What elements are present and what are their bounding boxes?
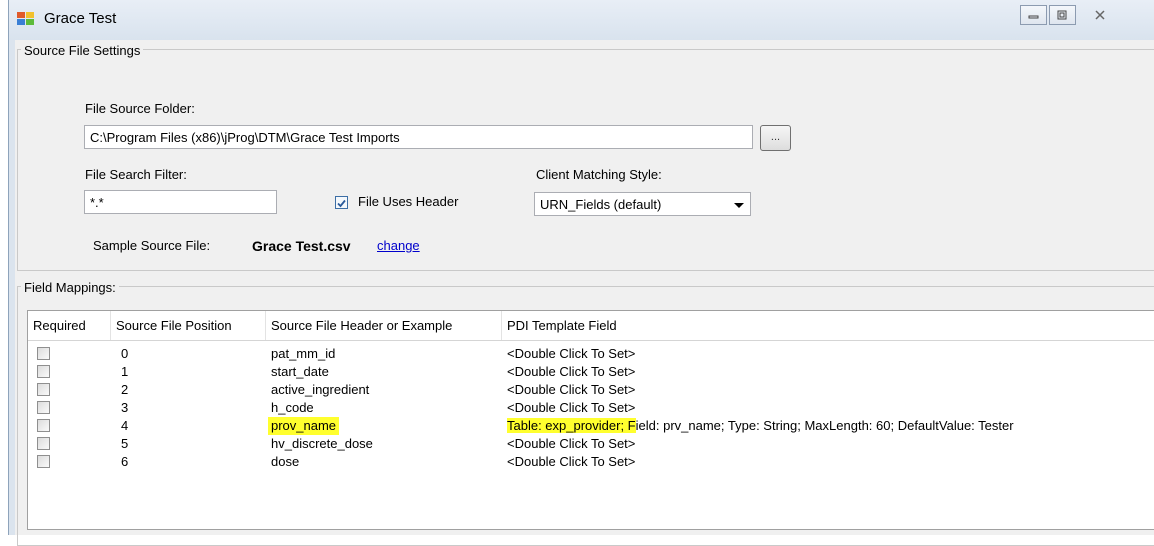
close-icon bbox=[1095, 10, 1105, 20]
matching-label: Client Matching Style: bbox=[536, 167, 662, 182]
grid-header: Required Source File Position Source Fil… bbox=[28, 311, 1154, 341]
column-header-position[interactable]: Source File Position bbox=[111, 311, 266, 340]
header-cell: hv_discrete_dose bbox=[271, 436, 373, 451]
template-field-highlight: Table: exp_provider; F bbox=[507, 418, 636, 433]
table-row[interactable]: 4 prov_name Table: exp_provider; Field: … bbox=[28, 417, 1154, 435]
sample-label: Sample Source File: bbox=[93, 238, 211, 253]
table-row[interactable]: 5 hv_discrete_dose <Double Click To Set> bbox=[28, 435, 1154, 453]
table-row[interactable]: 0 pat_mm_id <Double Click To Set> bbox=[28, 345, 1154, 363]
table-row[interactable]: 1 start_date <Double Click To Set> bbox=[28, 363, 1154, 381]
header-cell: dose bbox=[271, 454, 300, 469]
checkmark-icon bbox=[337, 199, 346, 208]
column-header-header[interactable]: Source File Header or Example bbox=[266, 311, 502, 340]
column-header-required[interactable]: Required bbox=[28, 311, 111, 340]
table-row[interactable]: 3 h_code <Double Click To Set> bbox=[28, 399, 1154, 417]
filter-input[interactable]: *.* bbox=[84, 190, 277, 214]
position-cell: 5 bbox=[121, 436, 129, 451]
matching-select[interactable]: URN_Fields (default) bbox=[534, 192, 751, 216]
matching-select-value: URN_Fields (default) bbox=[540, 197, 662, 212]
minimize-icon bbox=[1028, 15, 1039, 19]
field-mappings-legend: Field Mappings: bbox=[21, 280, 119, 295]
required-checkbox[interactable] bbox=[37, 419, 50, 432]
template-field-text: ield: prv_name; Type: String; MaxLength:… bbox=[635, 418, 1014, 433]
template-field-cell[interactable]: Table: exp_provider; Field: prv_name; Ty… bbox=[507, 417, 1014, 435]
close-button[interactable] bbox=[1078, 5, 1122, 25]
required-checkbox[interactable] bbox=[37, 347, 50, 360]
folder-input[interactable]: C:\Program Files (x86)\jProg\DTM\Grace T… bbox=[84, 125, 753, 149]
filter-label: File Search Filter: bbox=[85, 167, 187, 182]
header-cell-highlighted: prov_name bbox=[268, 417, 340, 435]
folder-label: File Source Folder: bbox=[85, 101, 195, 116]
header-cell: active_ingredient bbox=[271, 382, 370, 397]
client-area: Source File Settings File Source Folder:… bbox=[15, 40, 1154, 546]
source-settings-legend: Source File Settings bbox=[21, 43, 144, 58]
position-cell: 3 bbox=[121, 400, 129, 415]
template-field-cell[interactable]: <Double Click To Set> bbox=[507, 363, 635, 381]
header-checkbox-label: File Uses Header bbox=[358, 194, 459, 209]
position-cell: 4 bbox=[121, 418, 129, 433]
sample-file-name: Grace Test.csv bbox=[252, 238, 351, 254]
header-cell: pat_mm_id bbox=[271, 346, 336, 361]
header-cell: start_date bbox=[271, 364, 329, 379]
template-field-cell[interactable]: <Double Click To Set> bbox=[507, 435, 635, 453]
header-cell: h_code bbox=[271, 400, 314, 415]
browse-button[interactable]: ... bbox=[760, 125, 791, 151]
change-link[interactable]: change bbox=[377, 238, 420, 253]
position-cell: 2 bbox=[121, 382, 129, 397]
column-header-field[interactable]: PDI Template Field bbox=[502, 311, 1154, 340]
template-field-cell[interactable]: <Double Click To Set> bbox=[507, 381, 635, 399]
position-cell: 0 bbox=[121, 346, 129, 361]
header-checkbox[interactable] bbox=[335, 196, 348, 209]
template-field-cell[interactable]: <Double Click To Set> bbox=[507, 345, 635, 363]
app-icon bbox=[17, 12, 34, 25]
maximize-button[interactable] bbox=[1049, 5, 1076, 25]
required-checkbox[interactable] bbox=[37, 437, 50, 450]
required-checkbox[interactable] bbox=[37, 455, 50, 468]
mappings-grid[interactable]: Required Source File Position Source Fil… bbox=[27, 310, 1154, 530]
required-checkbox[interactable] bbox=[37, 365, 50, 378]
template-field-cell[interactable]: <Double Click To Set> bbox=[507, 399, 635, 417]
window-title: Grace Test bbox=[44, 10, 117, 27]
chevron-down-icon bbox=[734, 203, 744, 208]
position-cell: 6 bbox=[121, 454, 129, 469]
required-checkbox[interactable] bbox=[37, 401, 50, 414]
title-bar[interactable]: Grace Test bbox=[9, 0, 1154, 40]
position-cell: 1 bbox=[121, 364, 129, 379]
table-row[interactable]: 6 dose <Double Click To Set> bbox=[28, 453, 1154, 471]
main-window: Grace Test Source File Settings File Sou… bbox=[8, 0, 1154, 546]
minimize-button[interactable] bbox=[1020, 5, 1047, 25]
template-field-cell[interactable]: <Double Click To Set> bbox=[507, 453, 635, 471]
table-row[interactable]: 2 active_ingredient <Double Click To Set… bbox=[28, 381, 1154, 399]
required-checkbox[interactable] bbox=[37, 383, 50, 396]
maximize-icon bbox=[1057, 10, 1067, 20]
